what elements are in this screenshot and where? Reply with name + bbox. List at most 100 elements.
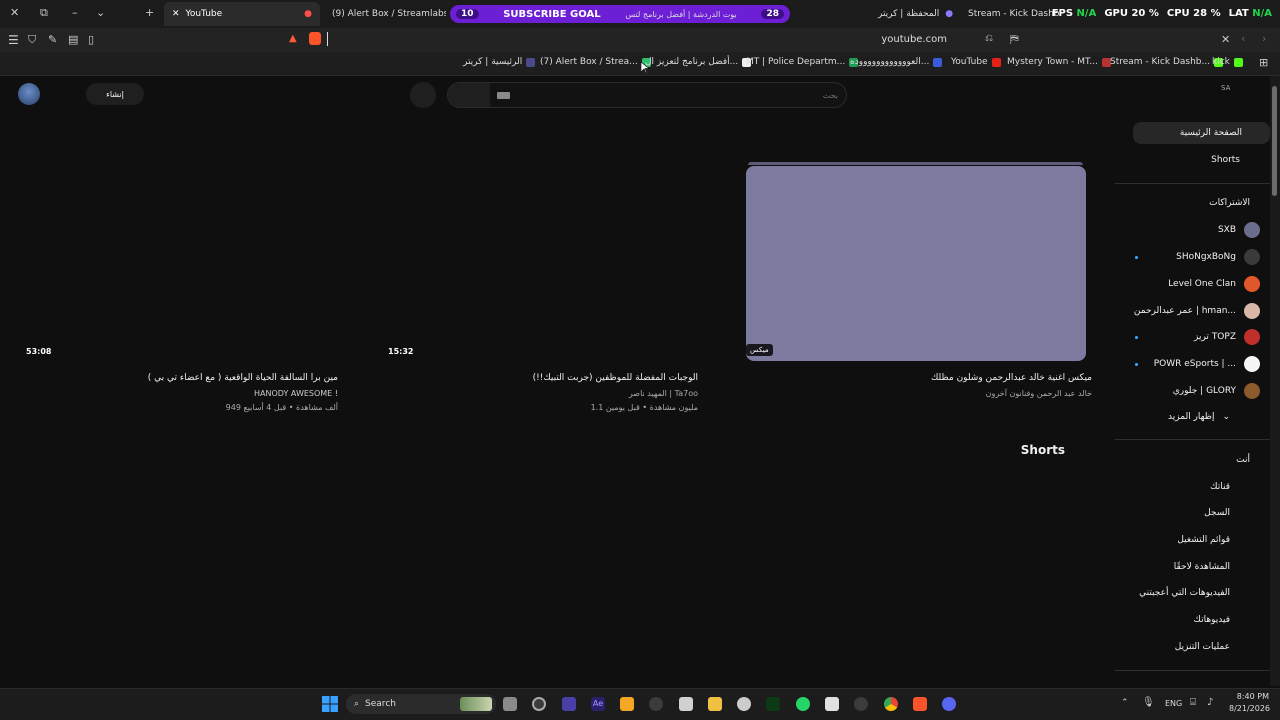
sidebar-sub-item[interactable]: SXB — [1124, 219, 1260, 241]
speed-icon[interactable] — [854, 697, 868, 711]
store-icon[interactable] — [825, 697, 839, 711]
all-bookmarks-icon[interactable]: ⊞ — [1259, 56, 1268, 69]
refresh-icon[interactable] — [649, 697, 663, 711]
page-scrollbar[interactable] — [1270, 76, 1280, 686]
chrome-icon[interactable] — [884, 697, 898, 711]
sidebar-sub-item[interactable]: تريز TOPZ — [1124, 326, 1260, 348]
search-button[interactable] — [448, 83, 490, 107]
sidebar-item-playlists[interactable]: قوائم التشغيل — [1094, 529, 1230, 551]
after-effects-icon[interactable]: Ae — [591, 697, 605, 711]
keyboard-icon[interactable] — [497, 92, 510, 99]
video-title[interactable]: ميكس اغنية خالد عبدالرحمن وشلون مظلك — [931, 373, 1092, 383]
sidebar-sub-item[interactable]: SHoNgxBoNg — [1124, 246, 1260, 268]
show-more-button[interactable]: إظهار المزيد ⌄ — [1094, 406, 1230, 428]
sidebar-item-watch-later[interactable]: المشاهدة لاحقًا — [1094, 556, 1230, 578]
volume-icon[interactable]: ♪ — [1207, 697, 1213, 708]
new-tab-icon[interactable]: + — [145, 6, 154, 19]
scrollbar-thumb[interactable] — [1272, 86, 1277, 196]
shield-icon[interactable]: ⛉ — [28, 33, 36, 47]
minimize-icon[interactable]: – — [72, 6, 78, 19]
obs-icon[interactable] — [532, 697, 546, 711]
sidebar-item-liked-videos[interactable]: الفيديوهات التي أعجبتني — [1094, 582, 1230, 604]
tab-youtube[interactable]: ✕ YouTube ● — [164, 2, 320, 26]
you-header[interactable]: أنت — [1114, 449, 1250, 471]
bookmark-item[interactable]: kick — [1212, 57, 1243, 67]
whatsapp-icon[interactable] — [796, 697, 810, 711]
bookmark-item[interactable]: (7) Alert Box / Strea... — [540, 57, 651, 67]
sidebar-item-home[interactable]: الصفحة الرئيسية — [1133, 122, 1270, 144]
channel-name[interactable]: خالد عبد الرحمن وفنانون آخرون — [986, 389, 1092, 398]
back-icon[interactable]: ‹ — [1241, 32, 1245, 45]
app-icon[interactable] — [620, 697, 634, 711]
close-icon[interactable]: ✕ — [1221, 33, 1230, 46]
video-title[interactable]: الوجبات المفضلة للموظفين (جربت التبيك!!) — [533, 373, 698, 383]
bookmark-item[interactable]: الرئيسية | كريتر — [463, 57, 536, 67]
channel-name[interactable]: HANODY AWESOME ! — [254, 389, 338, 398]
sidebar-item-your-videos[interactable]: فيديوهاتك — [1094, 609, 1230, 631]
shorts-section-title: Shorts — [1020, 443, 1065, 457]
settings-gear-icon[interactable] — [737, 697, 751, 711]
voice-search-button[interactable] — [410, 82, 436, 108]
sidebar-toggle-icon[interactable]: ▯ — [88, 33, 94, 46]
chevron-up-icon[interactable]: ⌃ — [1121, 698, 1129, 708]
close-window-icon[interactable]: ✕ — [10, 6, 19, 19]
forward-icon[interactable]: › — [1262, 32, 1266, 45]
bookmark-item[interactable]: YouTube — [951, 57, 1001, 67]
brush-icon[interactable]: ✎ — [48, 33, 57, 46]
tab-alert-box[interactable]: (9) Alert Box / Streamlabs — [324, 2, 446, 26]
mix-stack-edge — [748, 162, 1083, 165]
file-explorer-icon[interactable] — [708, 697, 722, 711]
video-duration: 15:32 — [388, 347, 414, 356]
close-tab-icon[interactable]: ✕ — [172, 9, 180, 19]
tabs-icon[interactable]: ▤ — [68, 33, 78, 46]
bookmark-item[interactable]: أفضل برنامج لتعزيز ال... — [645, 57, 752, 67]
microphone-icon[interactable]: 🎙 — [1142, 697, 1155, 708]
search-icon: ⌕ — [354, 699, 360, 709]
language-indicator[interactable]: ENG — [1165, 699, 1182, 708]
sidebar-item-history[interactable]: السجل — [1094, 502, 1230, 524]
brave-shields-icon[interactable] — [309, 32, 321, 45]
video-duration: 53:08 — [26, 347, 52, 356]
channel-name[interactable]: المهيد ناصر | Ta7oo — [629, 389, 698, 398]
discord-icon[interactable] — [942, 697, 956, 711]
sidebar-item-shorts[interactable]: Shorts — [1104, 149, 1240, 171]
address-bar[interactable]: ▲ youtube.com ⎌ — [283, 31, 997, 49]
clock-date[interactable]: 8/21/2026 — [1229, 704, 1270, 713]
bookmark-item[interactable]: Mystery Town - MT... — [1007, 57, 1112, 67]
sidebar-sub-item[interactable]: جلوري | GLORY — [1124, 380, 1260, 402]
menu-icon[interactable]: ☰ — [8, 33, 19, 47]
share-icon[interactable]: ⎌ — [985, 33, 993, 44]
nvidia-icon[interactable] — [766, 697, 780, 711]
sidebar-item-your-channel[interactable]: قناتك — [1094, 476, 1230, 498]
brave-icon[interactable] — [913, 697, 927, 711]
tab-list-chevron-icon[interactable]: ⌄ — [96, 6, 105, 19]
windows-start-icon[interactable] — [322, 696, 338, 712]
taskbar-search[interactable]: ⌕ Search — [346, 694, 496, 714]
task-view-icon[interactable] — [503, 697, 517, 711]
tab-wallet[interactable]: المحفظة | كريتر ● — [870, 2, 960, 26]
bookmark-item[interactable]: Stream - Kick Dashb... — [1110, 57, 1224, 67]
search-input[interactable] — [514, 86, 838, 104]
divider — [1115, 670, 1270, 671]
bookmark-item[interactable]: MT | Police Departm... — [746, 57, 859, 67]
create-button[interactable]: إنشاء — [86, 83, 144, 105]
restore-icon[interactable]: ⧉ — [40, 6, 48, 20]
vpn-icon[interactable] — [562, 697, 576, 711]
terminal-icon[interactable] — [679, 697, 693, 711]
video-thumbnail[interactable] — [746, 166, 1086, 361]
sidebar-sub-item[interactable]: Level One Clan — [1124, 273, 1260, 295]
avatar[interactable] — [18, 83, 40, 105]
sidebar-item-downloads[interactable]: عمليات التنزيل — [1094, 636, 1230, 658]
clock-time[interactable]: 8:40 PM — [1229, 692, 1269, 701]
sidebar-sub-item[interactable]: عمر عبدالرحمن | hman... — [1124, 300, 1260, 322]
bookmark-item[interactable]: العووووووووووووده... — [850, 57, 943, 67]
subscriptions-header[interactable]: الاشتراكات — [1114, 192, 1250, 214]
network-icon[interactable]: ⌸ — [1190, 697, 1196, 708]
tab-kick-dashboard[interactable]: Stream - Kick Dashboard — [960, 2, 1060, 26]
windows-taskbar — [0, 688, 1280, 720]
search-highlight-icon — [460, 697, 492, 711]
channel-avatar — [1244, 383, 1260, 399]
video-title[interactable]: مين برا السالفة الحياة الواقعية ( مع اعض… — [148, 373, 338, 383]
sidebar-sub-item[interactable]: POWR eSports | ... — [1124, 353, 1260, 375]
bookmark-icon[interactable]: ⛿ — [1010, 32, 1019, 47]
